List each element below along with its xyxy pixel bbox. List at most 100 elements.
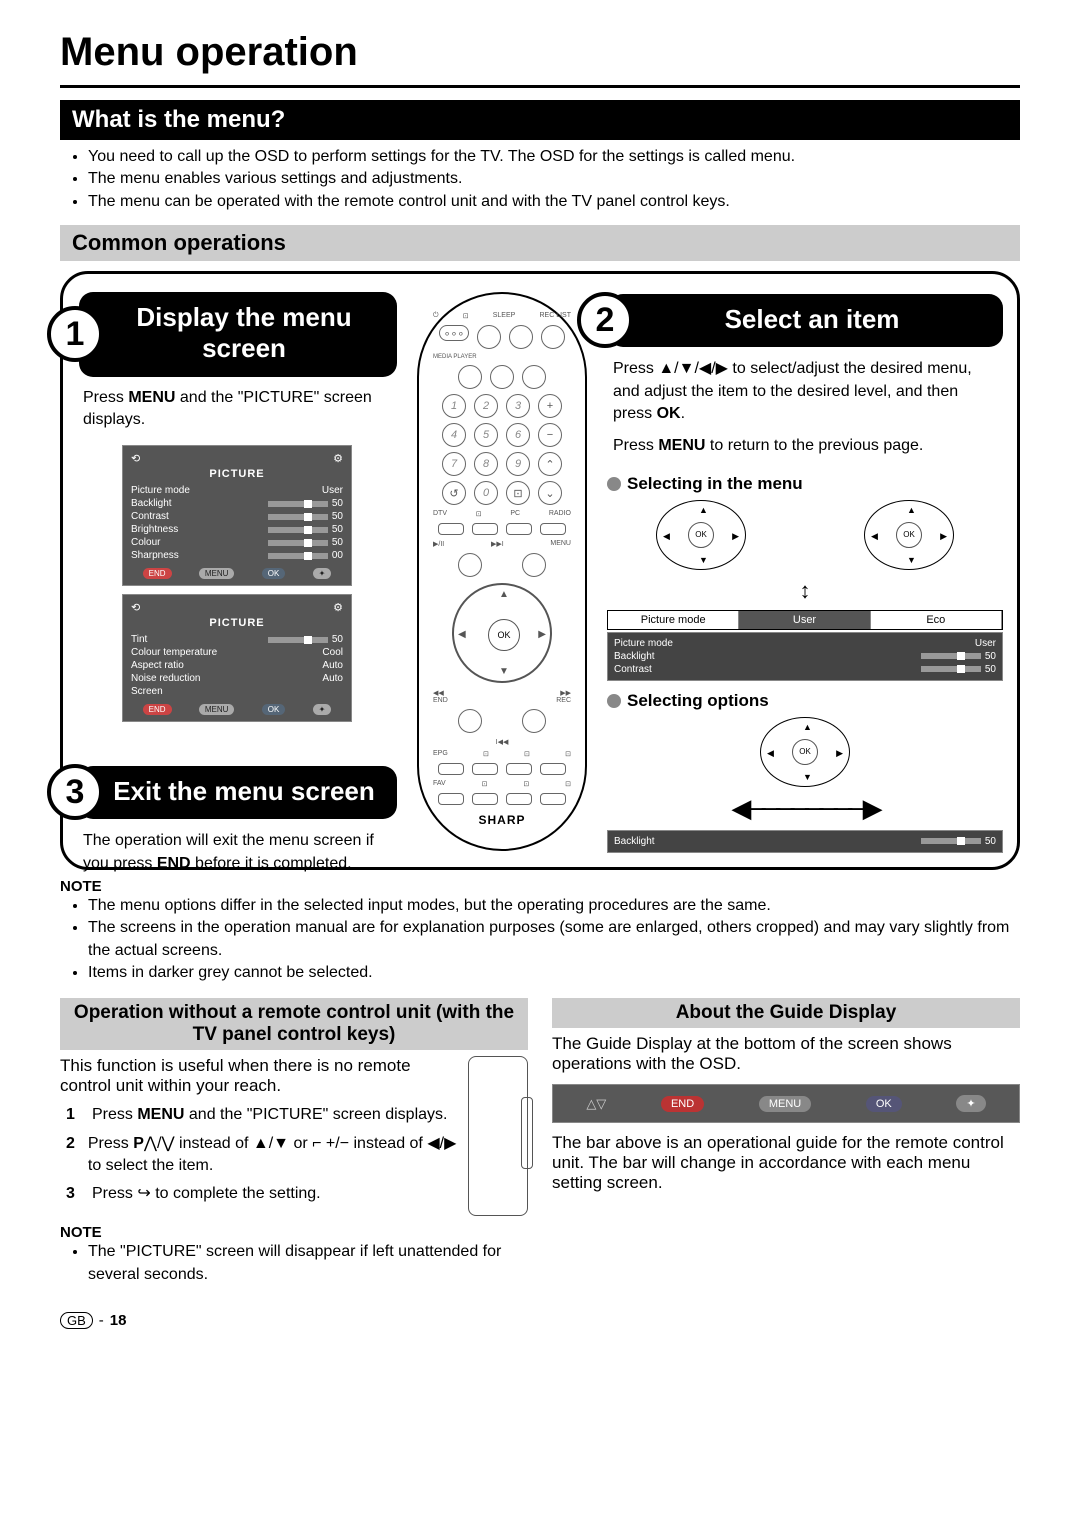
osd-ok-pill: OK (262, 704, 286, 715)
remote-button[interactable] (438, 523, 464, 535)
remote-control: ⏻⊡SLEEPREC LIST ∘∘∘ MEDIA PLAYER 123+ 45… (417, 292, 587, 851)
step-number-1: 1 (47, 306, 103, 362)
remote-dpad[interactable]: ▲ ▼ ◀ ▶ OK (452, 583, 552, 683)
remote-button[interactable] (541, 325, 565, 349)
osd-label: Tint (131, 634, 147, 645)
osd-label: Aspect ratio (131, 660, 184, 671)
step-3-title: Exit the menu screen (79, 766, 397, 819)
arrow-right-icon: ▶ (836, 748, 843, 759)
remote-button[interactable] (438, 763, 464, 775)
remote-button[interactable] (472, 793, 498, 805)
arrow-up-icon: ▲ (699, 505, 708, 515)
osd-value: 50 (332, 634, 343, 645)
arrow-right-icon: ▶ (940, 531, 947, 542)
text: Press (613, 437, 658, 454)
remote-label: ▶/II (433, 540, 444, 548)
menu-row-example: Backlight50 (607, 830, 1003, 853)
osd-value: 50 (985, 651, 996, 662)
remote-button[interactable] (458, 553, 482, 577)
ok-icon: OK (792, 739, 818, 765)
dash: - (99, 1312, 104, 1329)
step-3-body: The operation will exit the menu screen … (77, 820, 397, 881)
remote-num-button[interactable]: 9 (506, 452, 530, 476)
osd-value: User (322, 485, 343, 496)
remote-num-button[interactable]: 6 (506, 423, 530, 447)
arrow-symbols: ◀/▶ (427, 1135, 456, 1152)
remote-button[interactable] (506, 793, 532, 805)
text: instead of (349, 1135, 427, 1152)
remote-button[interactable] (509, 325, 533, 349)
remote-button[interactable]: ⊡ (506, 481, 530, 505)
slider-icon (268, 637, 328, 643)
remote-button[interactable] (540, 523, 566, 535)
remote-label: I◀◀ (496, 738, 509, 746)
triangle-icons: △▽ (586, 1096, 606, 1112)
step-1-title: Display the menu screen (79, 292, 397, 376)
remote-button[interactable]: − (538, 423, 562, 447)
remote-num-button[interactable]: 0 (474, 481, 498, 505)
remote-label: EPG (433, 750, 448, 758)
osd-value: Cool (322, 647, 343, 658)
guide-nav-pill: ✦ (956, 1095, 985, 1112)
remote-button[interactable] (506, 763, 532, 775)
remote-ok-button[interactable]: OK (488, 619, 520, 651)
osd-label: Sharpness (131, 550, 179, 561)
remote-button[interactable] (540, 763, 566, 775)
arrow-left-icon: ◀ (871, 531, 878, 542)
page-title: Menu operation (60, 30, 1020, 75)
text: before it is completed. (191, 855, 352, 872)
remote-button[interactable] (438, 793, 464, 805)
remote-lights: ∘∘∘ (439, 325, 469, 341)
mini-remote: ▲ ▼ ◀ ▶ OK (760, 717, 850, 787)
remote-num-button[interactable]: 7 (442, 452, 466, 476)
remote-num-button[interactable]: 1 (442, 394, 466, 418)
menu-keyword: MENU (658, 437, 705, 454)
osd-value: 50 (332, 511, 343, 522)
osd-icon: ⚙ (333, 452, 343, 465)
osd-ok-pill: OK (262, 568, 286, 579)
remote-num-button[interactable]: 4 (442, 423, 466, 447)
osd-end-pill: END (143, 704, 172, 715)
remote-button[interactable] (458, 709, 482, 733)
remote-button[interactable] (458, 365, 482, 389)
arrow-down-icon: ▼ (803, 772, 812, 782)
keyword: P (133, 1135, 144, 1152)
remote-button[interactable] (506, 523, 532, 535)
remote-num-button[interactable]: 2 (474, 394, 498, 418)
slider-icon (268, 553, 328, 559)
ok-icon: OK (688, 522, 714, 548)
remote-num-button[interactable]: 8 (474, 452, 498, 476)
arrow-up-icon: ▲ (499, 589, 509, 600)
remote-button[interactable]: + (538, 394, 562, 418)
input-icon: ↪ (137, 1185, 150, 1202)
text: . (681, 405, 685, 422)
osd-value: 50 (985, 836, 996, 847)
guide-p1: The Guide Display at the bottom of the s… (552, 1034, 1020, 1074)
arrow-right-icon: ▶ (732, 531, 739, 542)
remote-button[interactable]: ⌃ (538, 452, 562, 476)
remote-num-button[interactable]: 5 (474, 423, 498, 447)
remote-num-button[interactable]: 3 (506, 394, 530, 418)
remote-button[interactable] (522, 365, 546, 389)
remote-button[interactable] (522, 709, 546, 733)
osd-label: Noise reduction (131, 673, 200, 684)
osd-label: Contrast (131, 511, 169, 522)
slider-icon (268, 540, 328, 546)
remote-button[interactable]: ⌄ (538, 481, 562, 505)
remote-button[interactable] (477, 325, 501, 349)
remote-button[interactable] (522, 553, 546, 577)
arrow-down-icon: ▼ (499, 666, 509, 677)
text: or (289, 1135, 312, 1152)
bullet-item: The screens in the operation manual are … (88, 917, 1020, 962)
remote-button[interactable] (540, 793, 566, 805)
remote-button[interactable] (490, 365, 514, 389)
slider-icon (921, 838, 981, 844)
osd-icon: ⟲ (131, 601, 140, 614)
remote-button[interactable]: ↺ (442, 481, 466, 505)
operations-diagram: 1 Display the menu screen Press MENU and… (60, 271, 1020, 870)
osd-value: 50 (332, 498, 343, 509)
remote-button[interactable] (472, 523, 498, 535)
arrow-left-icon: ◀ (663, 531, 670, 542)
guide-end-pill: END (661, 1096, 704, 1112)
remote-button[interactable] (472, 763, 498, 775)
